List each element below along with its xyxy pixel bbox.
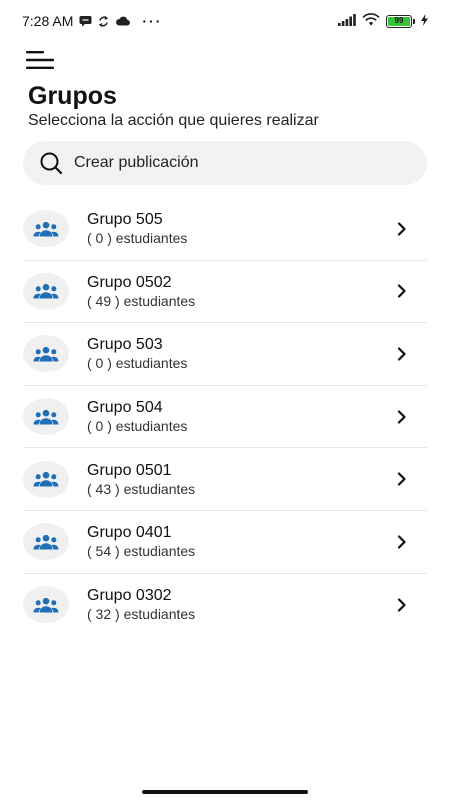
cloud-icon <box>115 16 131 26</box>
group-name: Grupo 503 <box>87 336 163 354</box>
status-right: 99 <box>338 13 428 29</box>
page-title: Grupos <box>28 82 117 110</box>
group-people-icon <box>33 597 59 613</box>
group-name: Grupo 504 <box>87 399 163 417</box>
group-avatar <box>23 460 69 498</box>
wifi-icon <box>362 13 380 29</box>
chevron-right-icon <box>397 535 407 549</box>
group-avatar <box>23 523 69 561</box>
group-text: Grupo 503 ( 0 ) estudiantes <box>87 335 187 372</box>
chevron-right-icon <box>397 222 407 236</box>
create-post-label: Crear publicación <box>74 154 199 171</box>
group-text: Grupo 505 ( 0 ) estudiantes <box>87 210 187 247</box>
group-people-icon <box>33 284 59 299</box>
group-student-count: ( 54 ) estudiantes <box>87 543 196 560</box>
group-name: Grupo 0401 <box>87 524 172 542</box>
search-icon <box>39 151 63 175</box>
chevron-right-icon <box>397 347 407 361</box>
group-people-icon <box>33 534 59 550</box>
groups-screen: 7:28 AM ··· 99 Grupos Selecciona la acci… <box>0 0 450 800</box>
group-avatar <box>23 335 69 373</box>
group-item[interactable]: Grupo 0401 ( 54 ) estudiantes <box>23 511 427 574</box>
group-student-count: ( 0 ) estudiantes <box>87 230 188 247</box>
group-item[interactable]: Grupo 0502 ( 49 ) estudiantes <box>23 261 427 324</box>
chevron-right-icon <box>397 472 407 486</box>
group-avatar <box>23 586 69 624</box>
group-name: Grupo 0302 <box>87 587 172 605</box>
group-people-icon <box>33 221 59 237</box>
page-subtitle: Selecciona la acción que quieres realiza… <box>28 112 319 129</box>
group-student-count: ( 0 ) estudiantes <box>87 418 188 435</box>
status-bar: 7:28 AM ··· 99 <box>0 0 450 42</box>
menu-button[interactable] <box>24 48 58 72</box>
group-text: Grupo 0401 ( 54 ) estudiantes <box>87 523 195 560</box>
group-text: Grupo 0502 ( 49 ) estudiantes <box>87 273 195 310</box>
group-avatar <box>23 398 69 436</box>
group-item[interactable]: Grupo 504 ( 0 ) estudiantes <box>23 386 427 449</box>
group-avatar <box>23 210 69 248</box>
group-item[interactable]: Grupo 503 ( 0 ) estudiantes <box>23 323 427 386</box>
group-name: Grupo 0501 <box>87 461 172 479</box>
group-avatar <box>23 272 69 310</box>
group-people-icon <box>33 409 59 425</box>
group-name: Grupo 505 <box>87 211 163 229</box>
status-left: 7:28 AM ··· <box>22 13 162 29</box>
group-student-count: ( 43 ) estudiantes <box>87 480 196 497</box>
group-item[interactable]: Grupo 0501 ( 43 ) estudiantes <box>23 448 427 511</box>
group-list: Grupo 505 ( 0 ) estudiantes Grupo 0502 (… <box>23 198 427 636</box>
signal-icon <box>338 13 356 29</box>
chevron-right-icon <box>397 284 407 298</box>
group-text: Grupo 504 ( 0 ) estudiantes <box>87 398 187 435</box>
charging-icon <box>421 13 428 29</box>
group-student-count: ( 49 ) estudiantes <box>87 292 196 309</box>
sync-icon <box>98 15 109 28</box>
group-text: Grupo 0501 ( 43 ) estudiantes <box>87 461 195 498</box>
status-dots: ··· <box>142 13 163 29</box>
chevron-right-icon <box>397 598 407 612</box>
chat-bubble-icon <box>79 15 92 27</box>
chevron-right-icon <box>397 409 407 424</box>
status-time: 7:28 AM <box>22 13 74 29</box>
group-item[interactable]: Grupo 505 ( 0 ) estudiantes <box>23 198 427 261</box>
home-indicator[interactable] <box>142 790 308 794</box>
menu-icon <box>26 51 56 69</box>
group-student-count: ( 32 ) estudiantes <box>87 606 196 623</box>
group-student-count: ( 0 ) estudiantes <box>87 355 188 372</box>
group-people-icon <box>33 472 59 487</box>
create-post-search-bar[interactable]: Crear publicación <box>23 141 427 185</box>
group-item[interactable]: Grupo 0302 ( 32 ) estudiantes <box>23 574 427 637</box>
group-name: Grupo 0502 <box>87 273 172 291</box>
battery-level: 99 <box>388 16 410 26</box>
battery-icon: 99 <box>386 14 415 28</box>
group-people-icon <box>33 346 59 362</box>
group-text: Grupo 0302 ( 32 ) estudiantes <box>87 586 195 623</box>
